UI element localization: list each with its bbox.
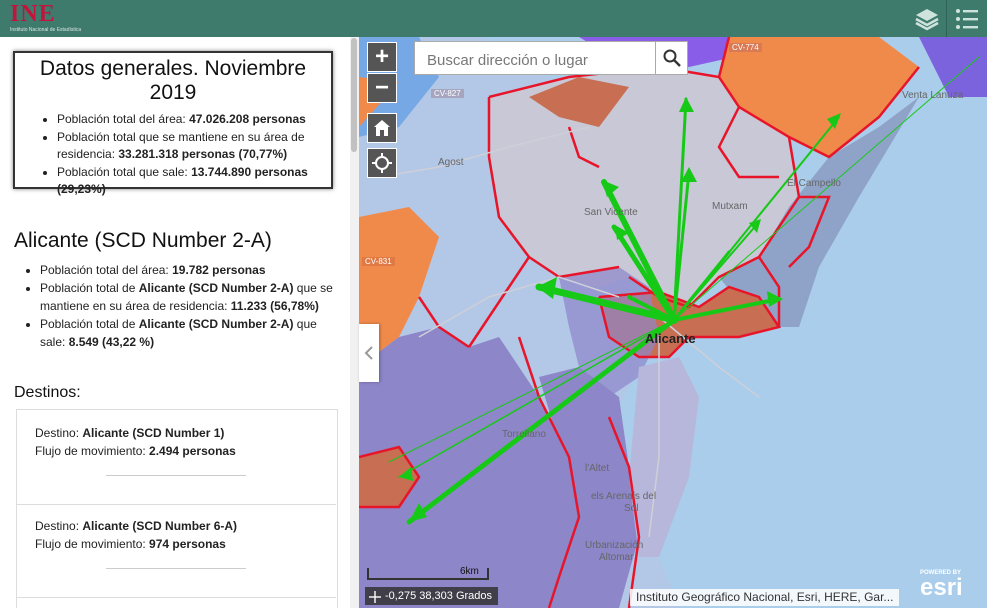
logo-text: INE — [10, 1, 56, 27]
ine-logo: INE Instituto Nacional de Estadística — [10, 2, 81, 35]
chevron-left-icon — [364, 346, 373, 360]
map-label-arenals: els Arenals del — [591, 491, 657, 502]
destination-divider — [16, 504, 336, 505]
search-button[interactable] — [655, 41, 688, 75]
zoom-out-button[interactable]: − — [367, 73, 397, 103]
destination-separator — [106, 475, 246, 476]
summary-title: Datos generales. Noviembre 2019 — [39, 57, 307, 104]
scale-label: 6km — [460, 566, 479, 577]
home-button[interactable] — [367, 113, 397, 143]
home-icon — [374, 120, 390, 136]
map-label-el-campello: El Campello — [787, 178, 841, 189]
area-title: Alicante (SCD Number 2-A) — [14, 229, 272, 252]
locate-icon — [372, 153, 392, 173]
destination-separator — [106, 568, 246, 569]
map-label-sol: Sol — [624, 503, 639, 514]
esri-logo: POWERED BY esri — [920, 570, 963, 601]
map-label-mutxamel: Mutxam — [712, 201, 748, 212]
map-label-urbanizacion: Urbanización — [585, 540, 644, 551]
summary-item: Población total que se mantiene en su ár… — [57, 129, 331, 164]
origin-point — [670, 316, 678, 324]
area-stat-item: Población total de Alicante (SCD Number … — [40, 279, 345, 315]
road-label-cv774: CV-774 — [729, 43, 762, 52]
toolbar-separator — [946, 0, 947, 37]
logo-subtitle: Instituto Nacional de Estadística — [10, 27, 82, 33]
destination-divider — [16, 597, 336, 598]
coordinate-readout: -0,275 38,303 Grados — [365, 587, 499, 605]
top-bar: INE Instituto Nacional de Estadística — [0, 0, 987, 37]
search-input[interactable]: Buscar dirección o lugar — [414, 41, 656, 75]
map-label-venta-lanuza: Venta Lanuza — [902, 90, 964, 101]
locate-button[interactable] — [367, 148, 397, 178]
destination-item[interactable]: Destino: Alicante (SCD Number 6-A) Flujo… — [16, 517, 336, 553]
info-panel: Datos generales. Noviembre 2019 Població… — [0, 37, 359, 608]
road-label-cv827: CV-827 — [431, 89, 464, 98]
area-stat-item: Población total del área: 19.782 persona… — [40, 261, 345, 279]
summary-item: Población total del área: 47.026.208 per… — [57, 111, 331, 129]
collapse-panel-button[interactable] — [359, 324, 379, 382]
crosshair-icon — [369, 590, 381, 608]
panel-scrollbar-thumb[interactable] — [351, 38, 357, 152]
summary-item: Población total que sale: 13.744.890 per… — [57, 164, 331, 199]
road-label-cv831: CV-831 — [362, 257, 395, 266]
list-icon[interactable] — [948, 0, 986, 37]
map-label-altomar: Altomar — [599, 552, 634, 563]
area-stats: Población total del área: 19.782 persona… — [0, 261, 345, 351]
map-label-altet: l'Altet — [585, 463, 610, 474]
zoom-in-button[interactable]: + — [367, 42, 397, 72]
map-canvas — [359, 37, 987, 608]
layers-icon[interactable] — [908, 0, 946, 37]
summary-box: Datos generales. Noviembre 2019 Població… — [13, 51, 333, 196]
summary-list: Población total del área: 47.026.208 per… — [15, 111, 331, 199]
map-view[interactable]: Alicante Agost San Vicente El Campello M… — [359, 37, 987, 608]
area-stat-item: Población total de Alicante (SCD Number … — [40, 315, 345, 351]
map-label-torrellano: Torrellano — [502, 429, 546, 440]
map-attribution[interactable]: Instituto Geográfico Nacional, Esri, HER… — [630, 589, 900, 606]
map-label-agost: Agost — [438, 157, 464, 168]
destinations-title: Destinos: — [14, 384, 81, 401]
map-label-san-vicente: San Vicente — [584, 207, 638, 218]
search-icon — [663, 49, 681, 67]
map-label-alicante: Alicante — [645, 331, 696, 346]
destination-item[interactable]: Destino: Alicante (SCD Number 1) Flujo d… — [16, 424, 336, 460]
